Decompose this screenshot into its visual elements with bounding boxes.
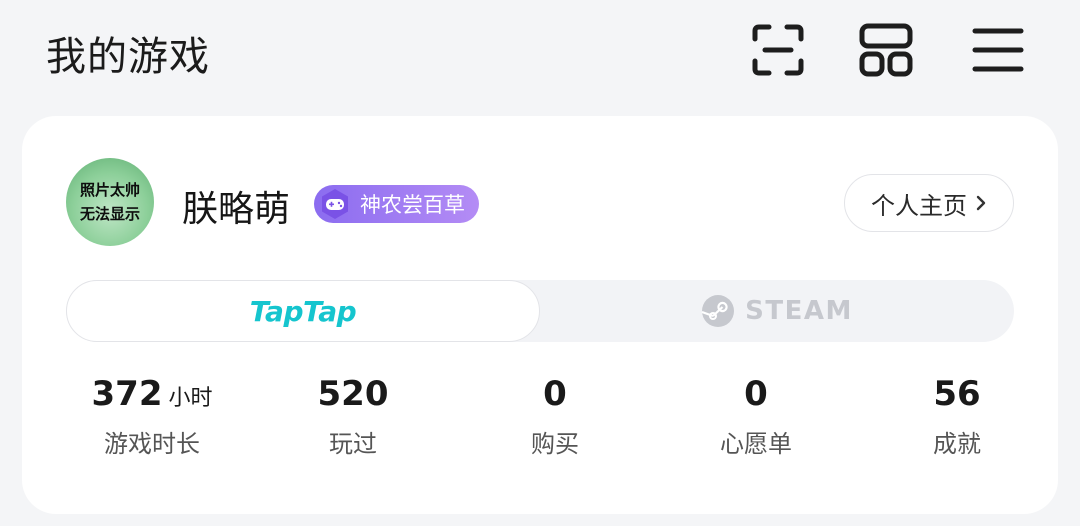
stat-label: 游戏时长: [104, 430, 200, 458]
stat-label: 心愿单: [720, 430, 792, 458]
stat-unit: 小时: [168, 386, 213, 411]
avatar[interactable]: 照片太帅 无法显示: [66, 158, 154, 246]
game-profile-card: 照片太帅 无法显示 朕略萌 神农尝百草 个人主页 TapTap STEAM 37…: [22, 116, 1058, 514]
stat-label: 购买: [531, 430, 579, 458]
stat-label: 玩过: [329, 430, 377, 458]
stat-value: 0: [543, 374, 567, 414]
personal-homepage-button[interactable]: 个人主页: [844, 174, 1014, 232]
stat-wishlist[interactable]: 0 心愿单: [656, 374, 856, 474]
stat-value: 56: [933, 374, 981, 414]
scan-icon[interactable]: [750, 22, 806, 78]
stat-play-time[interactable]: 372 小时 游戏时长: [52, 374, 252, 474]
badge-label: 神农尝百草: [360, 193, 465, 217]
gamepad-icon: [318, 187, 352, 221]
stat-purchased[interactable]: 0 购买: [455, 374, 655, 474]
layout-grid-icon[interactable]: [858, 22, 914, 78]
chevron-right-icon: [975, 194, 987, 212]
steam-label: STEAM: [745, 296, 853, 326]
platform-switch: TapTap STEAM: [66, 280, 1014, 342]
menu-icon[interactable]: [970, 22, 1026, 78]
stat-achievements[interactable]: 56 成就: [857, 374, 1057, 474]
stat-value: 372 小时: [91, 374, 213, 414]
page-header: 我的游戏: [0, 0, 1080, 110]
stat-value: 0: [744, 374, 768, 414]
page-title: 我的游戏: [46, 34, 210, 80]
tab-taptap[interactable]: TapTap: [66, 280, 540, 342]
stats-row: 372 小时 游戏时长 520 玩过 0 购买 0 心愿单 56 成就: [22, 374, 1058, 474]
username[interactable]: 朕略萌: [182, 180, 290, 232]
steam-icon: [701, 294, 735, 328]
taptap-logo: TapTap: [249, 294, 357, 328]
tab-steam[interactable]: STEAM: [540, 280, 1014, 342]
personal-homepage-label: 个人主页: [871, 191, 967, 220]
title-badge[interactable]: 神农尝百草: [314, 185, 479, 223]
stat-played[interactable]: 520 玩过: [253, 374, 453, 474]
stat-value: 520: [317, 374, 389, 414]
avatar-placeholder-text: 照片太帅 无法显示: [79, 181, 140, 223]
stat-label: 成就: [933, 430, 981, 458]
